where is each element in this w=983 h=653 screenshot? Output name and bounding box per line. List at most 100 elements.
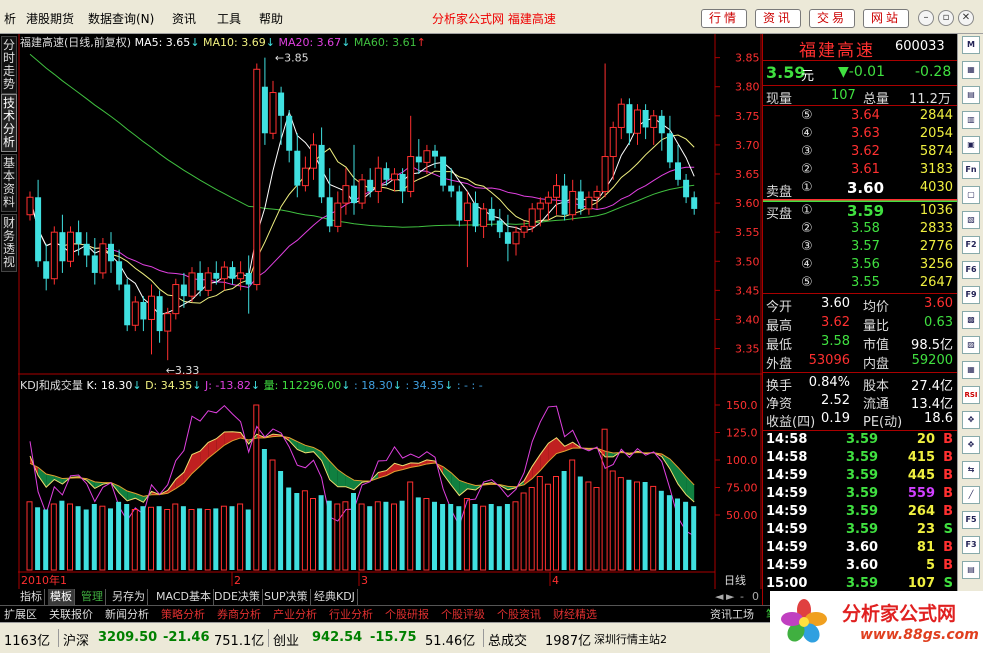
candle-body xyxy=(156,296,163,332)
draw-line-icon[interactable]: ╱ xyxy=(962,486,980,504)
minimize-icon[interactable]: – xyxy=(918,10,934,26)
period-label: 日线 xyxy=(724,573,746,587)
tab-manage[interactable]: 管理 xyxy=(79,589,106,605)
columns-icon[interactable]: ▥ xyxy=(962,111,980,129)
quote-button[interactable]: 行情 xyxy=(701,9,747,28)
square-icon[interactable]: ▢ xyxy=(962,186,980,204)
f6-icon[interactable]: F6 xyxy=(962,261,980,279)
website-button[interactable]: 网站 xyxy=(863,9,909,28)
func-item[interactable]: 个股资讯 xyxy=(497,607,541,622)
fin-value: 0.19 xyxy=(821,411,850,426)
tab-macd[interactable]: MACD基本 xyxy=(154,589,214,605)
trade-button[interactable]: 交易 xyxy=(809,9,855,28)
restore-icon[interactable]: ▫ xyxy=(938,10,954,26)
f3-icon[interactable]: F3 xyxy=(962,536,980,554)
ask-price: 3.60 xyxy=(847,179,885,197)
candle-body xyxy=(278,92,285,116)
ma10-arrow-icon: ↓ xyxy=(265,36,275,49)
chart-icon[interactable]: M xyxy=(962,36,980,54)
close-icon[interactable]: ✕ xyxy=(958,10,974,26)
menu-analysis[interactable]: 析 xyxy=(4,10,16,27)
func-item[interactable]: 个股研报 xyxy=(385,607,429,622)
menu-news[interactable]: 资讯 xyxy=(172,10,196,27)
rsi-icon[interactable]: RSI xyxy=(962,386,980,404)
func-item[interactable]: 行业分析 xyxy=(329,607,373,622)
zoom-zero-button[interactable]: 0 xyxy=(750,589,761,605)
func-item[interactable]: 个股评级 xyxy=(441,607,485,622)
candle-body xyxy=(585,196,593,210)
candle-body xyxy=(609,126,617,158)
candle-body xyxy=(666,133,673,163)
func-item[interactable]: 产业分析 xyxy=(273,607,317,622)
ind-tick-label: 100.0 xyxy=(726,454,758,467)
volume-bar xyxy=(229,506,235,570)
tab-time-share[interactable]: 分时走势 xyxy=(1,36,17,94)
logo-url[interactable]: www.88gs.com xyxy=(860,627,979,643)
list2-icon[interactable]: ▤ xyxy=(962,561,980,579)
fin-label: 收益(四) xyxy=(766,415,816,430)
extra-label: : - : - xyxy=(456,379,483,392)
tick-price: 3.59 xyxy=(846,486,879,501)
ask-volume: 5874 xyxy=(919,144,953,159)
move-icon[interactable]: ✥ xyxy=(962,411,980,429)
ma60-label: MA60: 3.61 xyxy=(353,36,417,49)
grid2-icon[interactable]: ▦ xyxy=(962,361,980,379)
low-annotation: ←3.33 xyxy=(166,364,200,377)
tab-sup[interactable]: SUP决策 xyxy=(262,589,311,605)
func-item[interactable]: 扩展区 xyxy=(4,607,37,622)
price-tick-label: 3.55 xyxy=(735,226,760,239)
pattern-icon[interactable]: ▩ xyxy=(962,311,980,329)
zoom-minus-button[interactable]: - xyxy=(738,589,746,605)
candle-body xyxy=(245,272,252,285)
ask-price: 3.61 xyxy=(851,162,880,177)
func-item[interactable]: 新闻分析 xyxy=(105,607,149,622)
func-item[interactable]: 关联报价 xyxy=(49,607,93,622)
tab-indicator[interactable]: 指标 xyxy=(18,589,45,605)
tab-dde[interactable]: DDE决策 xyxy=(212,589,263,605)
ask-level: ④ xyxy=(801,126,813,141)
func-item[interactable]: 策略分析 xyxy=(161,607,205,622)
j-label: J: -13.82 xyxy=(204,379,251,392)
func-item[interactable]: 券商分析 xyxy=(217,607,261,622)
server-name[interactable]: 深圳行情主站2 xyxy=(594,631,667,647)
menu-hk-futures[interactable]: 港股期货 xyxy=(26,10,74,27)
candlestick-chart[interactable]: ←3.85 ←3.33 3.85 3.80 3.75 3.70 3.65 3.60 3.55 3… xyxy=(18,34,762,590)
list-icon[interactable]: ▤ xyxy=(962,86,980,104)
chart-area[interactable]: ←3.85 ←3.33 3.85 3.80 3.75 3.70 3.65 3.60 3.55 3… xyxy=(18,34,762,590)
candle-body xyxy=(108,243,114,262)
fn-icon[interactable]: Fn xyxy=(962,161,980,179)
volume-bar xyxy=(197,508,203,570)
price-change: ▼-0.01 xyxy=(838,64,885,80)
crosshair-icon[interactable]: ✥ xyxy=(962,436,980,454)
menu-tools[interactable]: 工具 xyxy=(217,10,241,27)
volume-bar xyxy=(675,498,680,570)
menu-bar: 析 港股期货 数据查询(N) 资讯 工具 帮助 分析家公式网 福建高速 行情 资… xyxy=(0,0,983,34)
box-icon[interactable]: ▣ xyxy=(962,136,980,154)
tab-basic-info[interactable]: 基本资料 xyxy=(1,154,17,212)
fin-value: 18.6 xyxy=(924,411,953,426)
candle-body xyxy=(358,179,366,204)
stripe-icon[interactable]: ▧ xyxy=(962,211,980,229)
tab-technical[interactable]: 技术分析 xyxy=(1,94,17,152)
volume-bar xyxy=(180,506,186,570)
candle-body xyxy=(391,173,398,181)
candle-body xyxy=(301,167,309,187)
f2-icon[interactable]: F2 xyxy=(962,236,980,254)
f5-icon[interactable]: F5 xyxy=(962,511,980,529)
bars-icon[interactable]: ▨ xyxy=(962,336,980,354)
menu-data-query[interactable]: 数据查询(N) xyxy=(88,10,154,27)
scroll-right-icon[interactable]: ► xyxy=(724,589,736,605)
grid-icon[interactable]: ▦ xyxy=(962,61,980,79)
news-button[interactable]: 资讯 xyxy=(755,9,801,28)
ask-level: ② xyxy=(801,162,813,177)
tab-save-as[interactable]: 另存为 xyxy=(110,589,148,605)
func-item[interactable]: 财经精选 xyxy=(553,607,597,622)
swap-icon[interactable]: ⇆ xyxy=(962,461,980,479)
f9-icon[interactable]: F9 xyxy=(962,286,980,304)
menu-help[interactable]: 帮助 xyxy=(259,10,283,27)
tab-kdj[interactable]: 经典KDJ xyxy=(312,589,358,605)
info-factory-button[interactable]: 资讯工场 xyxy=(710,607,754,622)
tab-template[interactable]: 模板 xyxy=(48,589,75,605)
tab-financial[interactable]: 财务透视 xyxy=(1,214,17,272)
candle-body xyxy=(472,203,479,227)
